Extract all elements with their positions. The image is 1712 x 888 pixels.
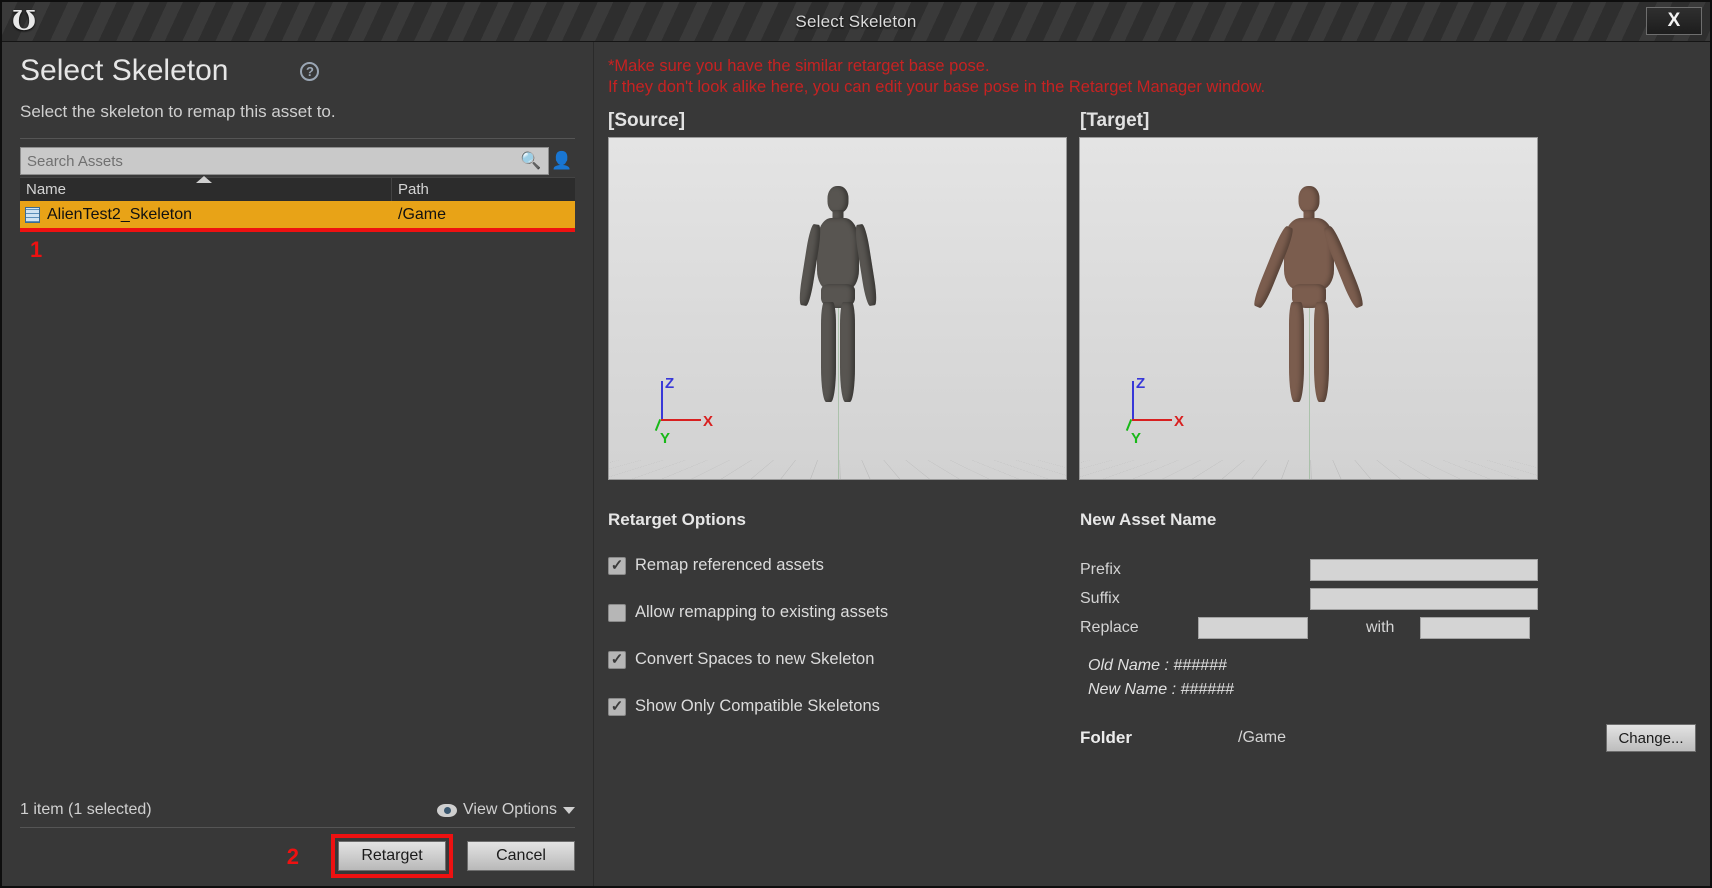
folder-value: /Game [1238, 729, 1287, 746]
asset-list-footer: 1 item (1 selected) View Options [20, 793, 575, 827]
option-remap-referenced-assets[interactable]: ✓ Remap referenced assets [608, 556, 1080, 575]
asset-picker-panel: Select Skeleton ? Select the skeleton to… [2, 42, 594, 886]
gizmo-z-label: Z [1136, 375, 1146, 392]
target-skeleton-mesh [1239, 186, 1379, 416]
item-count-status: 1 item (1 selected) [20, 801, 152, 818]
unreal-engine-logo-icon: Ʊ [11, 6, 37, 37]
dialog-body: Select Skeleton ? Select the skeleton to… [2, 42, 1710, 886]
page-title-row: Select Skeleton ? [20, 54, 575, 88]
replace-field[interactable] [1198, 617, 1308, 639]
gizmo-x-label: X [1174, 413, 1185, 430]
divider [20, 138, 575, 139]
window-titlebar: Ʊ Select Skeleton X [2, 2, 1710, 42]
retarget-button[interactable]: Retarget [338, 841, 446, 871]
search-row: 🔍 👤 [20, 147, 575, 175]
viewport-row: Z X Y Z X Y [608, 137, 1696, 480]
new-name-preview: New Name : ###### [1088, 681, 1234, 698]
retarget-button-highlight: Retarget [331, 834, 453, 878]
option-label: Show Only Compatible Skeletons [635, 697, 880, 715]
dialog-action-buttons: 2 Retarget Cancel [20, 834, 575, 886]
checkbox-checked-icon[interactable]: ✓ [608, 697, 626, 716]
chevron-down-icon [563, 806, 575, 814]
select-skeleton-dialog: Ʊ Select Skeleton X Select Skeleton ? Se… [0, 0, 1712, 888]
skeleton-asset-icon [25, 206, 40, 223]
prefix-row: Prefix [1080, 556, 1696, 584]
table-row[interactable]: AlienTest2_Skeleton /Game [20, 201, 575, 228]
annotation-step-2: 2 [286, 844, 299, 869]
suffix-field[interactable] [1310, 588, 1538, 610]
retarget-options-group: Retarget Options ✓ Remap referenced asse… [608, 510, 1080, 752]
replace-with-field[interactable] [1420, 617, 1531, 639]
option-label: Remap referenced assets [635, 556, 824, 574]
eye-icon [437, 803, 458, 817]
option-label: Convert Spaces to new Skeleton [635, 650, 875, 668]
target-viewport-label: [Target] [1080, 110, 1150, 131]
option-convert-spaces-to-new-skeleton[interactable]: ✓ Convert Spaces to new Skeleton [608, 650, 1080, 669]
checkbox-unchecked-icon[interactable]: ✓ [608, 603, 626, 622]
window-title: Select Skeleton [795, 11, 917, 31]
magnifier-icon[interactable]: 🔍 [520, 150, 542, 172]
source-skeleton-mesh [778, 186, 898, 416]
change-folder-button[interactable]: Change... [1606, 724, 1696, 752]
gizmo-z-label: Z [665, 375, 675, 392]
preview-panel: *Make sure you have the similar retarget… [594, 42, 1710, 886]
gizmo-x-label: X [703, 413, 714, 430]
suffix-label: Suffix [1080, 590, 1120, 607]
options-area: Retarget Options ✓ Remap referenced asse… [608, 510, 1696, 752]
annotation-step-1: 1 [30, 237, 43, 262]
divider-footer [20, 827, 575, 828]
view-options-label: View Options [463, 801, 557, 818]
replace-label: Replace [1080, 619, 1139, 636]
cancel-button[interactable]: Cancel [467, 841, 575, 871]
row-path-cell: /Game [398, 205, 447, 223]
view-options-button[interactable]: View Options [437, 801, 575, 819]
sort-ascending-icon [196, 176, 212, 183]
asset-table-header: Name Path [20, 176, 575, 201]
user-filter-icon[interactable]: 👤 [549, 147, 575, 175]
warning-line-2: If they don't look alike here, you can e… [608, 78, 1266, 96]
old-name-preview: Old Name : ###### [1088, 657, 1227, 674]
row-asset-name: AlienTest2_Skeleton [47, 205, 192, 223]
source-viewport-label: [Source] [608, 110, 686, 131]
suffix-row: Suffix [1080, 585, 1696, 613]
with-label: with [1366, 619, 1395, 636]
prefix-field[interactable] [1310, 559, 1538, 581]
folder-label: Folder [1080, 728, 1132, 747]
search-input[interactable] [27, 152, 520, 170]
gizmo-y-label: Y [1131, 430, 1142, 447]
warning-message: *Make sure you have the similar retarget… [608, 56, 1696, 98]
close-icon[interactable]: X [1646, 7, 1702, 35]
option-allow-remapping-existing-assets[interactable]: ✓ Allow remapping to existing assets [608, 603, 1080, 622]
new-asset-name-title: New Asset Name [1080, 510, 1217, 529]
new-asset-name-group: New Asset Name Prefix Suffix Replace wit… [1080, 510, 1696, 752]
target-axis-gizmo: Z X Y [1120, 371, 1190, 447]
target-viewport[interactable]: Z X Y [1079, 137, 1538, 480]
search-input-wrapper[interactable]: 🔍 [20, 147, 549, 175]
warning-line-1: *Make sure you have the similar retarget… [608, 57, 990, 75]
prefix-label: Prefix [1080, 561, 1121, 578]
viewport-labels: [Source] [Target] [608, 110, 1696, 132]
name-preview: Old Name : ###### New Name : ###### [1088, 654, 1696, 702]
replace-row: Replace with [1080, 614, 1696, 642]
help-circle-icon[interactable]: ? [300, 61, 320, 81]
asset-list: AlienTest2_Skeleton /Game 1 [20, 201, 575, 793]
folder-row: Folder /Game Change... [1080, 724, 1696, 752]
checkbox-checked-icon[interactable]: ✓ [608, 650, 626, 669]
row-name-cell: AlienTest2_Skeleton [20, 206, 392, 224]
source-axis-gizmo: Z X Y [649, 371, 719, 447]
source-viewport[interactable]: Z X Y [608, 137, 1067, 480]
column-header-path[interactable]: Path [392, 178, 575, 201]
retarget-options-title: Retarget Options [608, 510, 746, 529]
page-subtitle: Select the skeleton to remap this asset … [20, 102, 336, 121]
option-label: Allow remapping to existing assets [635, 603, 889, 621]
checkbox-checked-icon[interactable]: ✓ [608, 556, 626, 575]
option-show-only-compatible-skeletons[interactable]: ✓ Show Only Compatible Skeletons [608, 697, 1080, 716]
page-title: Select Skeleton [20, 54, 229, 87]
gizmo-y-label: Y [660, 430, 671, 447]
